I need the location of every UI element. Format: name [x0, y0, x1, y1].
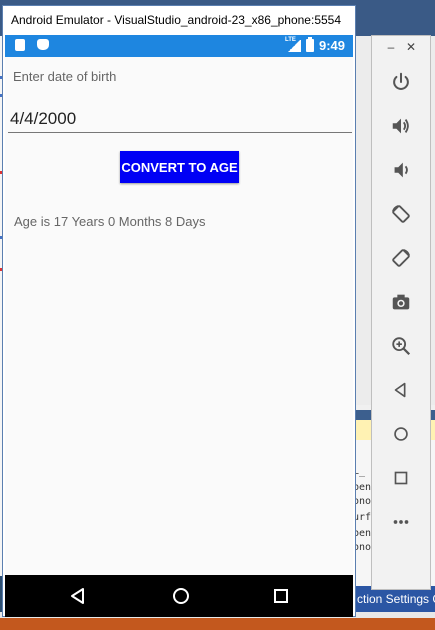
android-notification-icon — [37, 39, 49, 50]
age-result-text: Age is 17 Years 0 Months 8 Days — [14, 214, 206, 229]
network-type-label: LTE — [284, 36, 296, 43]
back-icon[interactable] — [387, 376, 415, 404]
close-icon[interactable]: ✕ — [404, 40, 418, 54]
emulator-toolbar: – ✕ — [371, 35, 431, 590]
recents-icon[interactable] — [271, 586, 291, 606]
android-navbar — [5, 575, 353, 617]
home-icon[interactable] — [387, 420, 415, 448]
android-statusbar: LTE 9:49 — [5, 35, 353, 57]
convert-to-age-button[interactable]: CONVERT TO AGE — [120, 151, 239, 183]
rotate-left-icon[interactable] — [387, 200, 415, 228]
dob-input[interactable] — [8, 107, 352, 133]
signal-icon: LTE — [284, 36, 301, 52]
app-screen: Enter date of birth CONVERT TO AGE Age i… — [5, 57, 353, 575]
minimize-icon[interactable]: – — [384, 40, 398, 54]
overview-icon[interactable] — [387, 464, 415, 492]
zoom-icon[interactable] — [387, 332, 415, 360]
home-icon[interactable] — [171, 586, 191, 606]
emulator-title[interactable]: Android Emulator - VisualStudio_android-… — [3, 6, 355, 34]
emulator-window: Android Emulator - VisualStudio_android-… — [2, 5, 356, 617]
vs-orange-bar — [0, 618, 435, 630]
power-icon[interactable] — [387, 68, 415, 96]
volume-up-icon[interactable] — [387, 112, 415, 140]
back-icon[interactable] — [68, 586, 88, 606]
rotate-right-icon[interactable] — [387, 244, 415, 272]
more-icon[interactable] — [387, 508, 415, 536]
camera-icon[interactable] — [387, 288, 415, 316]
volume-down-icon[interactable] — [387, 156, 415, 184]
sd-card-icon — [15, 39, 25, 51]
battery-icon — [305, 37, 314, 52]
dob-label: Enter date of birth — [13, 69, 117, 84]
status-clock: 9:49 — [318, 38, 345, 53]
